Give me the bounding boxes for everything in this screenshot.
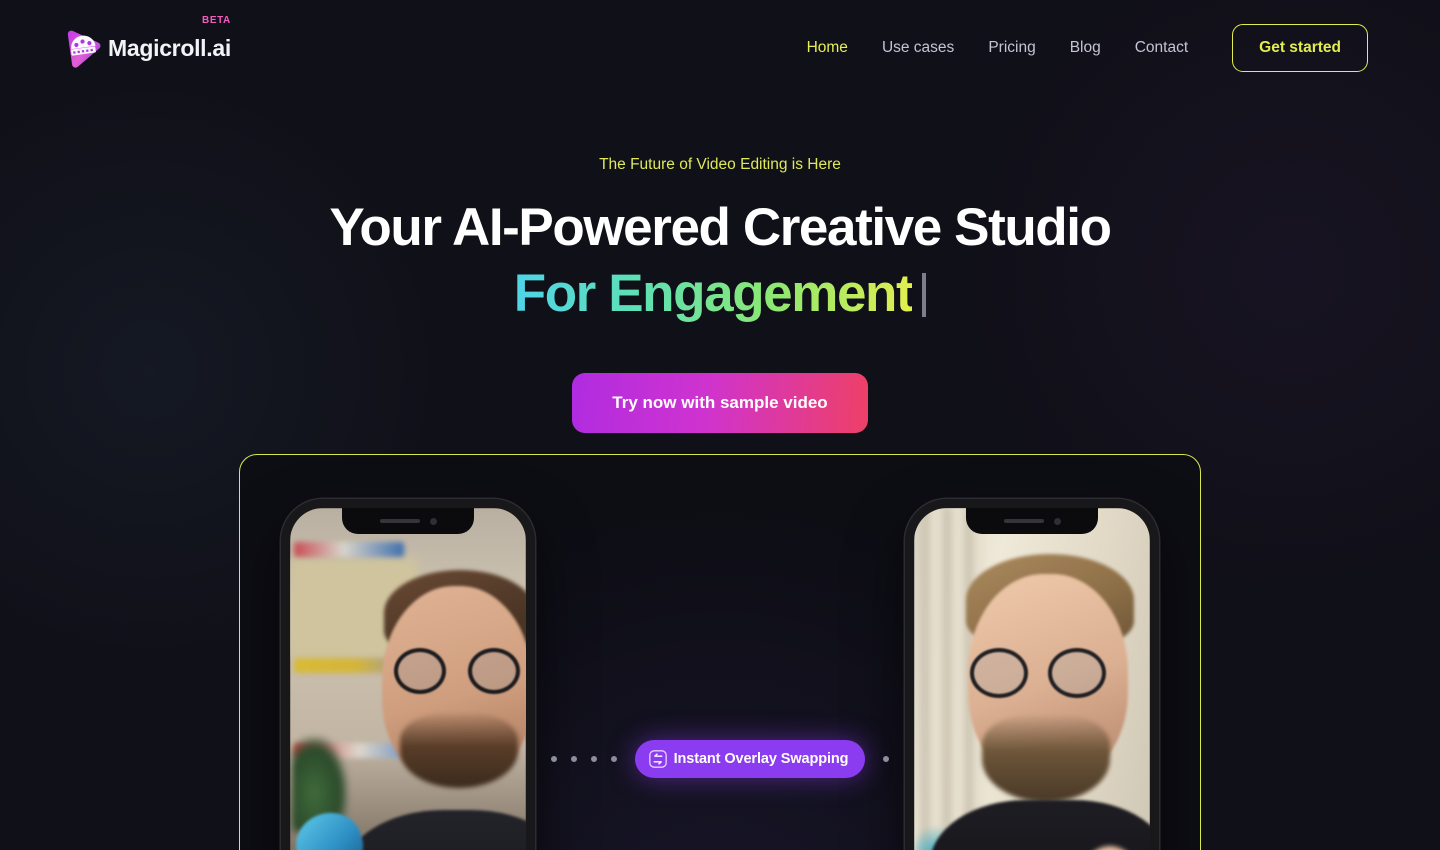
phone-notch (966, 508, 1098, 534)
brand-logo[interactable]: Magicroll.ai BETA (62, 15, 231, 69)
overlay-video-frame (914, 508, 1150, 850)
nav-item-use-cases[interactable]: Use cases (882, 39, 954, 57)
connector-dot (550, 756, 557, 762)
connector-dot (590, 756, 597, 762)
speaker-glasses-icon (394, 648, 526, 694)
overlay-video-phone[interactable] (905, 499, 1159, 850)
site-header: Magicroll.ai BETA Home Use cases Pricing… (0, 0, 1440, 96)
demo-showcase-frame: Instant Overlay Swapping (239, 454, 1201, 850)
source-video-phone[interactable] (281, 499, 535, 850)
phone-notch (342, 508, 474, 534)
hero-title-line-2: For Engagement (0, 264, 1440, 324)
overlay-video-screen (914, 508, 1150, 850)
hero-eyebrow: The Future of Video Editing is Here (599, 156, 841, 173)
overlay-speaker-glasses-icon (970, 648, 1118, 698)
earpiece-speaker (379, 518, 420, 524)
overlay-swap-label: Instant Overlay Swapping (673, 751, 849, 767)
bookshelf-row-top (294, 542, 404, 557)
nav-item-pricing[interactable]: Pricing (988, 39, 1035, 57)
hero-title-highlight: For Engagement (513, 263, 914, 323)
connector-dot (610, 756, 617, 762)
typing-caret (922, 272, 927, 317)
instant-overlay-swapping-badge[interactable]: Instant Overlay Swapping (634, 740, 866, 778)
overlay-swap-connector: Instant Overlay Swapping (240, 740, 1200, 778)
swap-arrows-icon (648, 750, 667, 768)
brand-name: Magicroll.ai (108, 34, 231, 61)
connector-dot (883, 756, 890, 762)
page-title: Your AI-Powered Creative Studio For Enga… (0, 198, 1440, 324)
hero-title-line-1: Your AI-Powered Creative Studio (329, 198, 1112, 257)
earpiece-speaker (1003, 518, 1044, 524)
nav-item-home[interactable]: Home (807, 39, 848, 57)
front-camera-icon (429, 517, 437, 525)
source-video-frame (290, 508, 526, 850)
hero-section: The Future of Video Editing is Here Your… (0, 96, 1440, 433)
try-sample-video-button[interactable]: Try now with sample video (572, 372, 868, 433)
beta-badge: BETA (202, 15, 231, 26)
front-camera-icon (1053, 517, 1061, 525)
get-started-button[interactable]: Get started (1232, 24, 1368, 72)
connector-dot (570, 756, 577, 762)
source-video-screen (290, 508, 526, 850)
nav-item-contact[interactable]: Contact (1135, 39, 1188, 57)
nav-item-blog[interactable]: Blog (1070, 39, 1101, 57)
play-film-reel-icon (67, 30, 101, 68)
main-navigation: Home Use cases Pricing Blog Contact (807, 39, 1189, 57)
